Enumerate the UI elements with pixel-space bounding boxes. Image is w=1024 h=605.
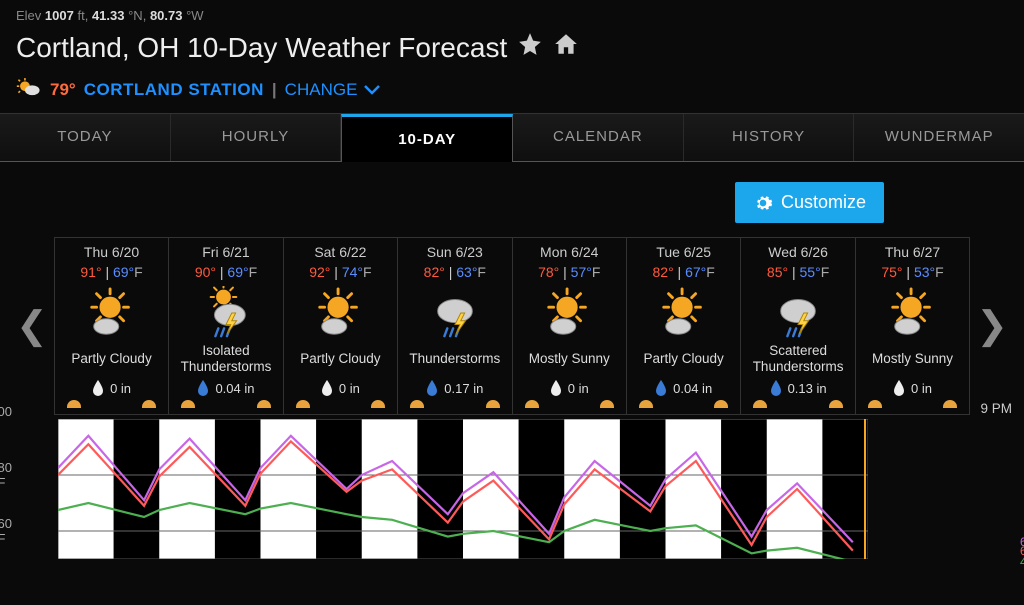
- day-card[interactable]: Mon 6/24 78° | 57°F Mostly Sunny 0 in: [513, 237, 627, 415]
- day-temps: 90° | 69°F: [171, 264, 280, 280]
- day-temps: 82° | 63°F: [400, 264, 509, 280]
- tab-history[interactable]: HISTORY: [684, 114, 855, 161]
- day-temps: 82° | 67°F: [629, 264, 738, 280]
- weather-icon: [743, 284, 852, 342]
- day-precip: 0 in: [286, 380, 395, 396]
- day-precip: 0.04 in: [171, 380, 280, 396]
- current-temp: 79°: [50, 80, 76, 100]
- tab-hourly[interactable]: HOURLY: [171, 114, 342, 161]
- weather-icon: [400, 284, 509, 342]
- day-precip: 0.13 in: [743, 380, 852, 396]
- day-card[interactable]: Thu 6/27 75° | 53°F Mostly Sunny 0 in: [856, 237, 970, 415]
- sunrise-sunset: [629, 396, 738, 408]
- weather-icon: [858, 284, 967, 342]
- day-date: Sun 6/23: [400, 244, 509, 260]
- sunrise-sunset: [743, 396, 852, 408]
- next-arrow[interactable]: ❯: [970, 307, 1014, 345]
- day-precip: 0 in: [57, 380, 166, 396]
- day-temps: 92° | 74°F: [286, 264, 395, 280]
- day-precip: 0.04 in: [629, 380, 738, 396]
- sunrise-sunset: [858, 396, 967, 408]
- sunrise-sunset: [171, 396, 280, 408]
- day-condition: Mostly Sunny: [858, 342, 967, 376]
- day-date: Thu 6/20: [57, 244, 166, 260]
- day-condition: Thunderstorms: [400, 342, 509, 376]
- prev-arrow[interactable]: ❮: [10, 307, 54, 345]
- tab-wundermap[interactable]: WUNDERMAP: [854, 114, 1024, 161]
- day-card[interactable]: Sun 6/23 82° | 63°F Thunderstorms 0.17 in: [398, 237, 512, 415]
- location-meta: Elev 1007 ft, 41.33 °N, 80.73 °W: [0, 0, 1024, 27]
- gear-icon: [753, 193, 773, 213]
- time-marker: 9 PM: [980, 401, 1012, 416]
- day-card[interactable]: Tue 6/25 82° | 67°F Partly Cloudy 0.04 in: [627, 237, 741, 415]
- day-condition: Partly Cloudy: [57, 342, 166, 376]
- forecast-days: Thu 6/2091° | 69°FPartly Cloudy0 inFri 6…: [54, 237, 970, 415]
- day-condition: Partly Cloudy: [629, 342, 738, 376]
- sunrise-sunset: [286, 396, 395, 408]
- sunrise-sunset: [400, 396, 509, 408]
- star-icon[interactable]: [517, 31, 543, 64]
- temperature-chart: 60 F80 F100 F 9 PM 65 °F65 °F49 °: [58, 419, 972, 564]
- day-card[interactable]: Thu 6/20 91° | 69°F Partly Cloudy 0 in: [54, 237, 169, 415]
- home-icon[interactable]: [553, 31, 579, 64]
- sun-cloud-icon: [16, 76, 42, 103]
- day-date: Tue 6/25: [629, 244, 738, 260]
- day-condition: Isolated Thunderstorms: [171, 342, 280, 376]
- day-date: Fri 6/21: [171, 244, 280, 260]
- customize-button[interactable]: Customize: [735, 182, 884, 223]
- day-precip: 0 in: [515, 380, 624, 396]
- nav-tabs: TODAYHOURLY10-DAYCALENDARHISTORYWUNDERMA…: [0, 113, 1024, 162]
- chevron-down-icon: [363, 84, 381, 96]
- sunrise-sunset: [515, 396, 624, 408]
- weather-icon: [515, 284, 624, 342]
- weather-icon: [286, 284, 395, 342]
- page-title: Cortland, OH 10-Day Weather Forecast: [0, 27, 1024, 72]
- day-temps: 91° | 69°F: [57, 264, 166, 280]
- day-card[interactable]: Wed 6/26 85° | 55°F Scattered Thunderstorm…: [741, 237, 855, 415]
- day-date: Sat 6/22: [286, 244, 395, 260]
- tab-today[interactable]: TODAY: [0, 114, 171, 161]
- day-condition: Mostly Sunny: [515, 342, 624, 376]
- tab-10-day[interactable]: 10-DAY: [341, 114, 513, 162]
- weather-icon: [171, 284, 280, 342]
- day-condition: Partly Cloudy: [286, 342, 395, 376]
- day-date: Thu 6/27: [858, 244, 967, 260]
- day-temps: 85° | 55°F: [743, 264, 852, 280]
- change-station-link[interactable]: CHANGE: [285, 80, 382, 100]
- station-row: 79° CORTLAND STATION | CHANGE: [0, 72, 1024, 113]
- tab-calendar[interactable]: CALENDAR: [513, 114, 684, 161]
- station-name[interactable]: CORTLAND STATION: [84, 80, 264, 100]
- day-temps: 78° | 57°F: [515, 264, 624, 280]
- day-precip: 0.17 in: [400, 380, 509, 396]
- day-date: Wed 6/26: [743, 244, 852, 260]
- sunrise-sunset: [57, 396, 166, 408]
- day-temps: 75° | 53°F: [858, 264, 967, 280]
- day-card[interactable]: Sat 6/22 92° | 74°F Partly Cloudy 0 in: [284, 237, 398, 415]
- day-condition: Scattered Thunderstorms: [743, 342, 852, 376]
- weather-icon: [57, 284, 166, 342]
- day-card[interactable]: Fri 6/21 90° | 69°F Isolated Thunderstorms…: [169, 237, 283, 415]
- day-date: Mon 6/24: [515, 244, 624, 260]
- weather-icon: [629, 284, 738, 342]
- day-precip: 0 in: [858, 380, 967, 396]
